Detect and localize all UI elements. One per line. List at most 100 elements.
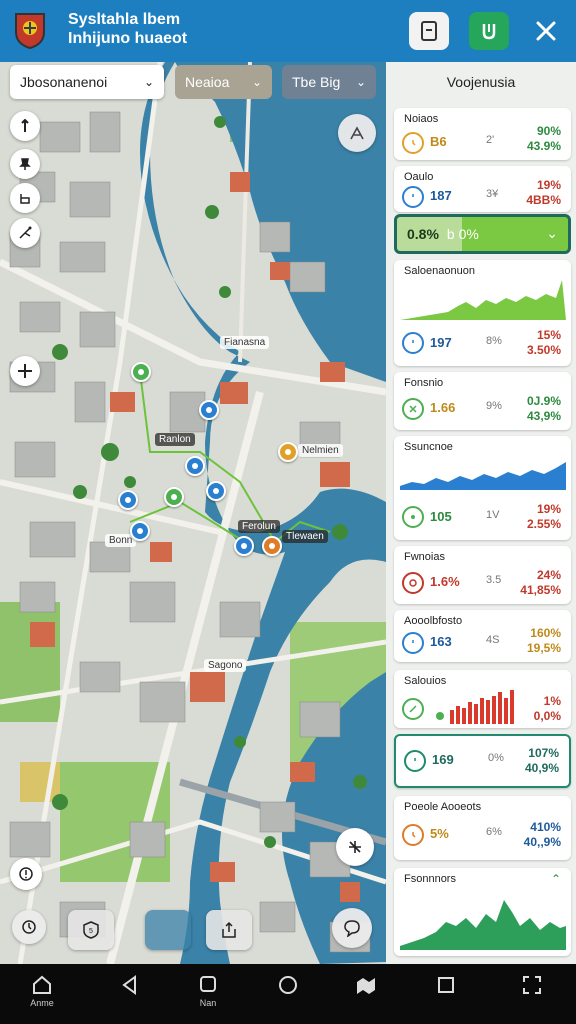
- clock-icon: [402, 824, 424, 846]
- filter-dropdown[interactable]: Neaioa ⌄: [175, 65, 272, 99]
- map-pin[interactable]: [199, 400, 219, 420]
- chat-button[interactable]: [332, 908, 372, 948]
- map-pin[interactable]: [185, 456, 205, 476]
- stat-card[interactable]: Noiaos B6 2' 90% 43.9%: [394, 108, 571, 160]
- layers-button[interactable]: [10, 183, 40, 213]
- timer-icon: [402, 632, 424, 654]
- share-button[interactable]: [206, 910, 252, 950]
- expand-button[interactable]: [336, 828, 374, 866]
- location-button[interactable]: [10, 356, 40, 386]
- card-value-primary: 163: [430, 634, 452, 649]
- card-change-b: 43,9%: [526, 409, 561, 423]
- chart-card[interactable]: Salouios 1% 0,0%: [394, 670, 571, 728]
- timer-icon: [404, 750, 426, 772]
- card-change-b: 3.50%: [526, 343, 561, 357]
- card-value-secondary: 6%: [486, 826, 502, 838]
- clock-icon: [402, 132, 424, 154]
- layer-dropdown-label: Tbe Big: [292, 74, 341, 90]
- chart-card[interactable]: Fsonnnors ⌃: [394, 868, 571, 956]
- circle-icon: [279, 976, 297, 994]
- alert-icon: [19, 867, 33, 881]
- area-dropdown[interactable]: Jbosonanenoi ⌄: [10, 65, 164, 99]
- share-icon: [222, 921, 236, 938]
- nav-back[interactable]: [108, 974, 152, 1018]
- nav-fullscreen[interactable]: [510, 974, 554, 1018]
- refresh-icon: [402, 572, 424, 594]
- card-value-primary: 105: [430, 509, 452, 524]
- card-title: Saloenaonuon: [404, 265, 475, 277]
- nav-home-label: Anme: [30, 998, 54, 1008]
- card-change-a: 19%: [536, 502, 561, 516]
- stat-card[interactable]: Oaulo 187 3¥ 19% 4BB%: [394, 166, 571, 212]
- map-pin[interactable]: [262, 536, 282, 556]
- stat-card[interactable]: Fwnoias 1.6% 3.5 24% 41,85%: [394, 546, 571, 604]
- nav-navigate[interactable]: Nan: [186, 974, 230, 1018]
- map-view[interactable]: Jbosonanenoi ⌄ Neaioa ⌄ Tbe Big ⌄ 5 Fian…: [0, 62, 386, 964]
- timer-icon: [402, 186, 424, 208]
- card-title: Noiaos: [404, 113, 439, 125]
- map-label: Tlewaen: [282, 530, 328, 543]
- measure-icon: [350, 126, 364, 140]
- water-layer-button[interactable]: [145, 910, 191, 950]
- card-value-primary: B6: [430, 134, 447, 149]
- card-change-a: 0J.9%: [526, 394, 561, 408]
- card-value-secondary: 2': [486, 134, 495, 146]
- card-title: Poeole Aooeots: [404, 801, 482, 813]
- stat-card[interactable]: 169 0% 107% 40,9%: [394, 734, 571, 788]
- card-change-a: 1%: [543, 694, 561, 708]
- card-change-b: 40,9%: [524, 761, 559, 775]
- nav-recents[interactable]: [424, 974, 468, 1018]
- layer-dropdown[interactable]: Tbe Big ⌄: [282, 65, 376, 99]
- back-icon: [122, 975, 136, 995]
- close-button[interactable]: [526, 12, 566, 50]
- stat-card[interactable]: Fonsnio 1.66 9% 0J.9% 43,9%: [394, 372, 571, 430]
- card-title: Fwnoias: [404, 551, 445, 563]
- card-change-b: 43.9%: [526, 139, 561, 153]
- chart-card[interactable]: Ssuncnoe 105 1V 19% 2.55%: [394, 436, 571, 540]
- route-button[interactable]: [10, 218, 40, 248]
- nav-home-circle[interactable]: [266, 974, 310, 1018]
- selected-metric-row[interactable]: 0.8% b 0% ⌄: [394, 214, 571, 254]
- stat-card[interactable]: Poeole Aooeots 5% 6% 410% 40,,9%: [394, 796, 571, 860]
- map-pin[interactable]: [130, 521, 150, 541]
- card-value-change: 410% 40,,9%: [524, 820, 561, 850]
- app-logo: [12, 10, 48, 50]
- card-value-secondary: 0%: [488, 752, 504, 764]
- pin-icon: [19, 158, 31, 170]
- card-change-a: 19%: [536, 178, 561, 192]
- history-button[interactable]: [12, 910, 46, 944]
- chart-card[interactable]: Saloenaonuon 197 8% 15% 3.50%: [394, 260, 571, 366]
- timer-icon: [402, 332, 424, 354]
- card-change-b: 19,5%: [526, 641, 561, 655]
- pin-button[interactable]: [10, 149, 40, 179]
- measure-button[interactable]: [338, 114, 376, 152]
- map-pin[interactable]: [118, 490, 138, 510]
- card-change-b: 2.55%: [526, 517, 561, 531]
- card-value-primary: 197: [430, 335, 452, 350]
- area-sparkline: [400, 900, 566, 950]
- card-value-secondary: 3.5: [486, 574, 502, 586]
- compass-button[interactable]: [10, 111, 40, 141]
- info-button[interactable]: [10, 858, 42, 890]
- map-pin[interactable]: [278, 442, 298, 462]
- card-value-secondary: 8%: [486, 335, 502, 347]
- area-dropdown-label: Jbosonanenoi: [20, 74, 108, 90]
- map-canvas: [0, 62, 386, 964]
- card-change-a: 410%: [530, 820, 561, 834]
- stat-card[interactable]: Aooolbfosto 163 4S 160% 19,5%: [394, 610, 571, 662]
- shield-button[interactable]: 5: [68, 910, 114, 950]
- map-label: Nelmien: [298, 444, 343, 457]
- card-value-change: 19% 2.55%: [527, 502, 561, 532]
- nav-map[interactable]: [344, 974, 388, 1018]
- map-pin[interactable]: [164, 487, 184, 507]
- map-pin[interactable]: [234, 536, 254, 556]
- compass-icon: [21, 119, 29, 132]
- card-change-b: 0,0%: [533, 709, 561, 723]
- card-value-primary: 5%: [430, 826, 449, 841]
- system-nav-bar: Anme Nan: [0, 964, 576, 1024]
- map-pin[interactable]: [206, 481, 226, 501]
- map-pin[interactable]: [131, 362, 151, 382]
- action-button[interactable]: [469, 12, 509, 50]
- document-button[interactable]: [409, 12, 449, 50]
- nav-home[interactable]: Anme: [20, 974, 64, 1018]
